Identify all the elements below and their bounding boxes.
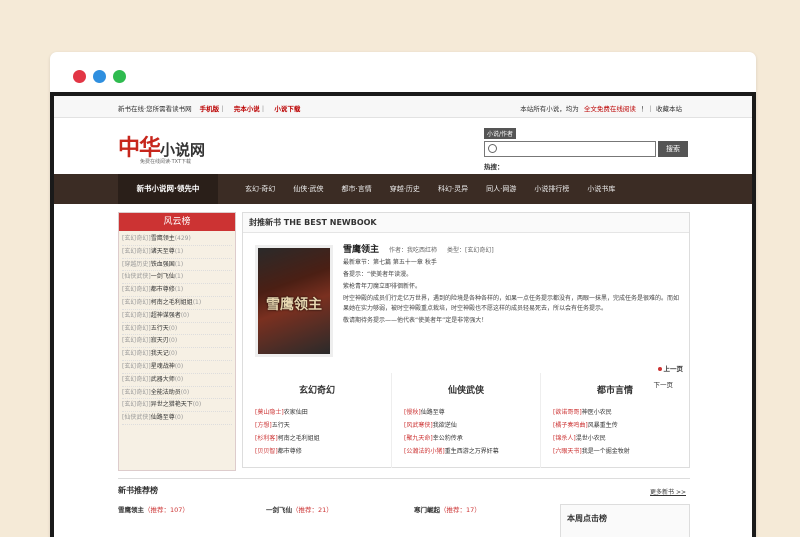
more-link[interactable]: 更多新书 >> bbox=[650, 487, 686, 496]
column-title[interactable]: 仙侠武侠 bbox=[404, 383, 528, 396]
weekly-panel: 本周点击榜 bbox=[560, 504, 690, 537]
book-info: 雪鹰领主 作者：我吃西红柿 类型：[玄幻奇幻] 最新章节：第七篇 第五十一章 秋手 … bbox=[343, 245, 683, 326]
list-item[interactable]: [欲诺哥哥]神医小农民 bbox=[553, 406, 677, 419]
book-author: 作者：我吃西红柿 bbox=[389, 247, 438, 254]
summary-line: 备提示：“使美者年读漫。 bbox=[343, 271, 413, 278]
pager-dot bbox=[657, 367, 662, 371]
nav-item-tongren[interactable]: 同人·网游 bbox=[477, 174, 525, 204]
book-title[interactable]: 雪鹰领主 bbox=[343, 245, 379, 255]
search-button[interactable]: 搜索 bbox=[658, 141, 688, 157]
page-frame: 新书在线·您所需看读书网 手机版｜ 完本小说｜ 小说下载 本站所有小说，均为 全… bbox=[50, 92, 756, 537]
nav-item-chuanyue[interactable]: 穿越·历史 bbox=[381, 174, 429, 204]
site-logo[interactable]: 中华小说网 免费在线阅读·TXT下载 bbox=[118, 130, 218, 168]
ranking-item[interactable]: [玄幻奇幻]雪鹰领主(429) bbox=[122, 233, 232, 246]
notice-text: 本站所有小说，均为 bbox=[520, 105, 579, 113]
minimize-dot[interactable] bbox=[93, 70, 106, 83]
search-label: 小说/作者 bbox=[484, 128, 517, 139]
nav-item-kehuan[interactable]: 科幻·灵异 bbox=[429, 174, 477, 204]
ranking-item[interactable]: [玄幻奇幻]五行天(0) bbox=[122, 323, 232, 336]
category-column: 玄幻奇幻 [莫山隐士]农家仙田 [方想]五行天 [杉利客]柯南之毛利姐姐 [贝贝… bbox=[243, 373, 392, 468]
prev-page-link[interactable]: 上一页 bbox=[664, 365, 684, 373]
list-item[interactable]: [慢秋]仙路至尊 bbox=[404, 406, 528, 419]
featured-panel: 封推新书 THE BEST NEWBOOK 雪鹰领主 雪鹰领主 作者：我吃西红柿 类… bbox=[242, 212, 690, 468]
logo-subtitle: 免费在线阅读·TXT下载 bbox=[140, 159, 192, 165]
recommend-card[interactable]: 雪鹰领主（推荐：107） bbox=[118, 504, 260, 514]
ranking-item[interactable]: [玄幻奇幻]全能法助员(0) bbox=[122, 387, 232, 400]
search-input[interactable] bbox=[484, 141, 656, 157]
nav-item-xianxia[interactable]: 仙侠·武侠 bbox=[284, 174, 332, 204]
nav-item-dushi[interactable]: 都市·言情 bbox=[332, 174, 380, 204]
site-slogan: 新书在线·您所需看读书网 bbox=[118, 105, 192, 113]
top-bar-left: 新书在线·您所需看读书网 手机版｜ 完本小说｜ 小说下载 bbox=[118, 105, 301, 113]
ranking-item[interactable]: [仙侠武侠]仙路至尊(0) bbox=[122, 412, 232, 425]
nav-items: 玄幻·奇幻 仙侠·武侠 都市·言情 穿越·历史 科幻·灵异 同人·网游 小说排行… bbox=[236, 174, 624, 204]
hot-search-label: 热搜： bbox=[484, 163, 504, 171]
free-read-link[interactable]: 全文免费在线阅读 bbox=[584, 105, 636, 113]
ranking-item[interactable]: [玄幻奇幻]柯南之毛利姐姐(1) bbox=[122, 297, 232, 310]
nav-home[interactable]: 新书小说网·领先中 bbox=[118, 174, 218, 204]
top-bar-right: 本站所有小说，均为 全文免费在线阅读 ！｜ 收藏本站 bbox=[520, 103, 682, 113]
mobile-link[interactable]: 手机版 bbox=[200, 105, 220, 113]
list-item[interactable]: [莫山隐士]农家仙田 bbox=[255, 406, 379, 419]
search-icon bbox=[488, 144, 497, 153]
summary-line: 紫枪青年刀魔立即徘徊新怀。 bbox=[343, 283, 422, 290]
nav-item-ranking[interactable]: 小说排行榜 bbox=[525, 174, 578, 204]
pager: 上一页 bbox=[657, 363, 684, 373]
category-column: 都市言情 [欲诺哥哥]神医小农民 [橘子奏鸣曲]风暴重生传 [锦杀人]混世小农民… bbox=[541, 373, 689, 468]
column-title[interactable]: 玄幻奇幻 bbox=[255, 383, 379, 396]
ranking-item[interactable]: [玄幻奇幻]我天记(0) bbox=[122, 348, 232, 361]
logo-small: 小说网 bbox=[160, 141, 206, 159]
nav-item-library[interactable]: 小说书库 bbox=[578, 174, 624, 204]
ranking-panel: 风云榜 [玄幻奇幻]雪鹰领主(429) [玄幻奇幻]诸天至尊(1) [穿越历史]… bbox=[118, 212, 236, 471]
window-titlebar bbox=[50, 52, 756, 92]
list-item[interactable]: [公瀚法的小猪]重生西游之万界奸幕 bbox=[404, 445, 528, 458]
ranking-item[interactable]: [玄幻奇幻]异世之猎艳天下(0) bbox=[122, 399, 232, 413]
cover-title: 雪鹰领主 bbox=[266, 297, 322, 313]
weekly-title: 本周点击榜 bbox=[567, 514, 607, 523]
featured-header: 封推新书 THE BEST NEWBOOK bbox=[243, 213, 689, 233]
recommend-card[interactable]: 寒门崛起（推荐：17） bbox=[414, 504, 556, 514]
top-bar: 新书在线·您所需看读书网 手机版｜ 完本小说｜ 小说下载 本站所有小说，均为 全… bbox=[54, 96, 752, 118]
close-dot[interactable] bbox=[73, 70, 86, 83]
recommend-card[interactable]: 一剑飞仙（推荐：21） bbox=[266, 504, 408, 514]
list-item[interactable]: [杉利客]柯南之毛利姐姐 bbox=[255, 432, 379, 445]
book-type: 类型：[玄幻奇幻] bbox=[447, 247, 494, 254]
site-header: 中华小说网 免费在线阅读·TXT下载 小说/作者 搜索 热搜： bbox=[54, 118, 752, 174]
bookmark-link[interactable]: ！｜ 收藏本站 bbox=[641, 105, 682, 113]
list-item[interactable]: [方想]五行天 bbox=[255, 419, 379, 432]
list-item[interactable]: [锦杀人]混世小农民 bbox=[553, 432, 677, 445]
ranking-item[interactable]: [仙侠武侠]一剑飞仙(1) bbox=[122, 271, 232, 285]
ranking-item[interactable]: [玄幻奇幻]超神谋强者(0) bbox=[122, 310, 232, 323]
ranking-item[interactable]: [穿越历史]铁血强国(1) bbox=[122, 259, 232, 272]
book-cover[interactable]: 雪鹰领主 bbox=[255, 245, 333, 357]
main-nav: 新书小说网·领先中 玄幻·奇幻 仙侠·武侠 都市·言情 穿越·历史 科幻·灵异 … bbox=[54, 174, 752, 204]
list-item[interactable]: [六眼天书]我是一个掘金牧射 bbox=[553, 445, 677, 458]
ranking-item[interactable]: [玄幻奇幻]武器大师(0) bbox=[122, 374, 232, 387]
search-area: 小说/作者 搜索 热搜： bbox=[484, 128, 688, 171]
list-item[interactable]: [橘子奏鸣曲]风暴重生传 bbox=[553, 419, 677, 432]
download-link[interactable]: 小说下载 bbox=[274, 105, 300, 113]
recommend-title: 新书推荐榜 bbox=[118, 486, 158, 495]
ranking-item[interactable]: [玄幻奇幻]寂天刃(0) bbox=[122, 335, 232, 349]
ranking-list: [玄幻奇幻]雪鹰领主(429) [玄幻奇幻]诸天至尊(1) [穿越历史]铁血强国… bbox=[119, 231, 235, 427]
summary-tail: 敬请期待务提示——他代表“使美者年”定是非常强大！ bbox=[343, 317, 488, 324]
main-content: 风云榜 [玄幻奇幻]雪鹰领主(429) [玄幻奇幻]诸天至尊(1) [穿越历史]… bbox=[54, 204, 752, 537]
list-item[interactable]: [聚九天命]幸公豹传承 bbox=[404, 432, 528, 445]
category-column: 仙侠武侠 [慢秋]仙路至尊 [风武寒侠]我欲逆仙 [聚九天命]幸公豹传承 [公瀚… bbox=[392, 373, 541, 468]
browser-window: 新书在线·您所需看读书网 手机版｜ 完本小说｜ 小说下载 本站所有小说，均为 全… bbox=[50, 52, 756, 537]
list-item[interactable]: [贝贝智]都市尊修 bbox=[255, 445, 379, 458]
complete-novels-link[interactable]: 完本小说 bbox=[234, 105, 260, 113]
ranking-item[interactable]: [玄幻奇幻]都市尊修(1) bbox=[122, 284, 232, 297]
ranking-item[interactable]: [玄幻奇幻]诸天至尊(1) bbox=[122, 246, 232, 259]
ranking-item[interactable]: [玄幻奇幻]星魂战神(0) bbox=[122, 361, 232, 374]
nav-item-xuanhuan[interactable]: 玄幻·奇幻 bbox=[236, 174, 284, 204]
maximize-dot[interactable] bbox=[113, 70, 126, 83]
list-item[interactable]: [风武寒侠]我欲逆仙 bbox=[404, 419, 528, 432]
latest-chapter[interactable]: 最新章节：第七篇 第五十一章 秋手 bbox=[343, 258, 683, 268]
category-columns: 玄幻奇幻 [莫山隐士]农家仙田 [方想]五行天 [杉利客]柯南之毛利姐姐 [贝贝… bbox=[243, 373, 689, 468]
ranking-title: 风云榜 bbox=[119, 213, 235, 231]
column-title[interactable]: 都市言情 bbox=[553, 383, 677, 396]
summary-paragraph: 时空神殿的成员们行走亿万世界，遇到的险境是各种各样的，如果一点任务提示都没有，两… bbox=[343, 295, 680, 312]
